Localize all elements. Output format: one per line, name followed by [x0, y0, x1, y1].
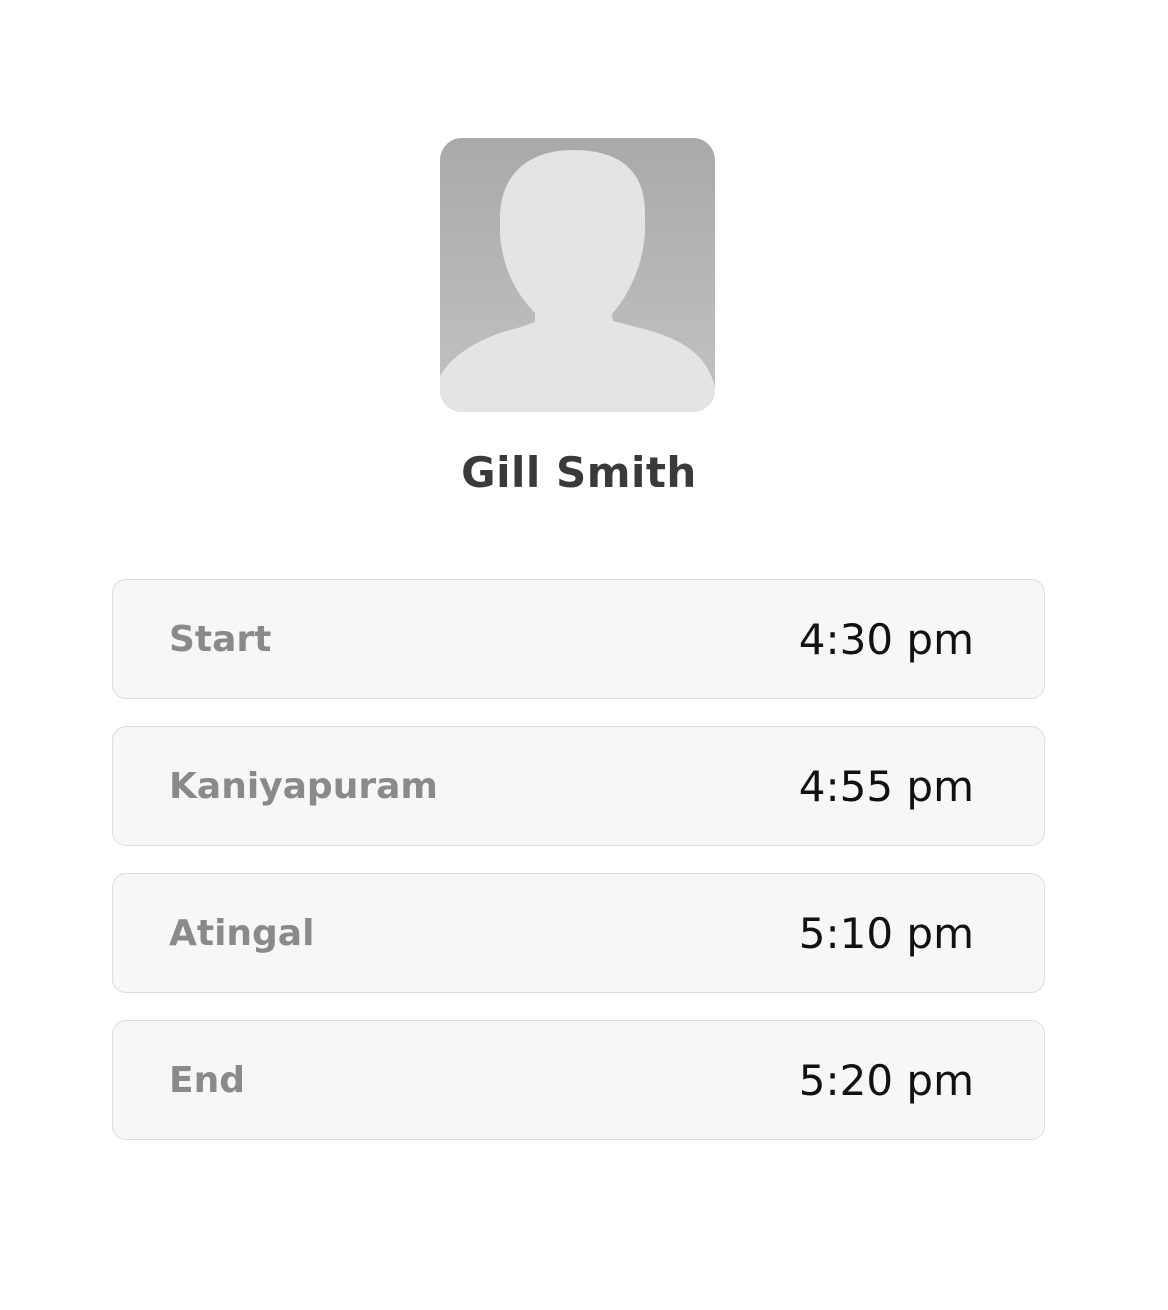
route-stops-list: Start 4:30 pm Kaniyapuram 4:55 pm Atinga… [112, 579, 1045, 1167]
user-silhouette-icon [440, 150, 715, 412]
stop-time: 4:55 pm [798, 762, 974, 811]
profile-avatar [440, 138, 715, 412]
stop-label: Atingal [169, 913, 315, 954]
stop-row-kaniyapuram: Kaniyapuram 4:55 pm [112, 726, 1045, 846]
stop-time: 5:20 pm [798, 1056, 974, 1105]
stop-label: Start [169, 619, 272, 660]
stop-time: 5:10 pm [798, 909, 974, 958]
user-name: Gill Smith [461, 448, 697, 497]
stop-row-end: End 5:20 pm [112, 1020, 1045, 1140]
stop-time: 4:30 pm [798, 615, 974, 664]
stop-row-atingal: Atingal 5:10 pm [112, 873, 1045, 993]
stop-label: Kaniyapuram [169, 766, 438, 807]
stop-row-start: Start 4:30 pm [112, 579, 1045, 699]
stop-label: End [169, 1060, 245, 1101]
